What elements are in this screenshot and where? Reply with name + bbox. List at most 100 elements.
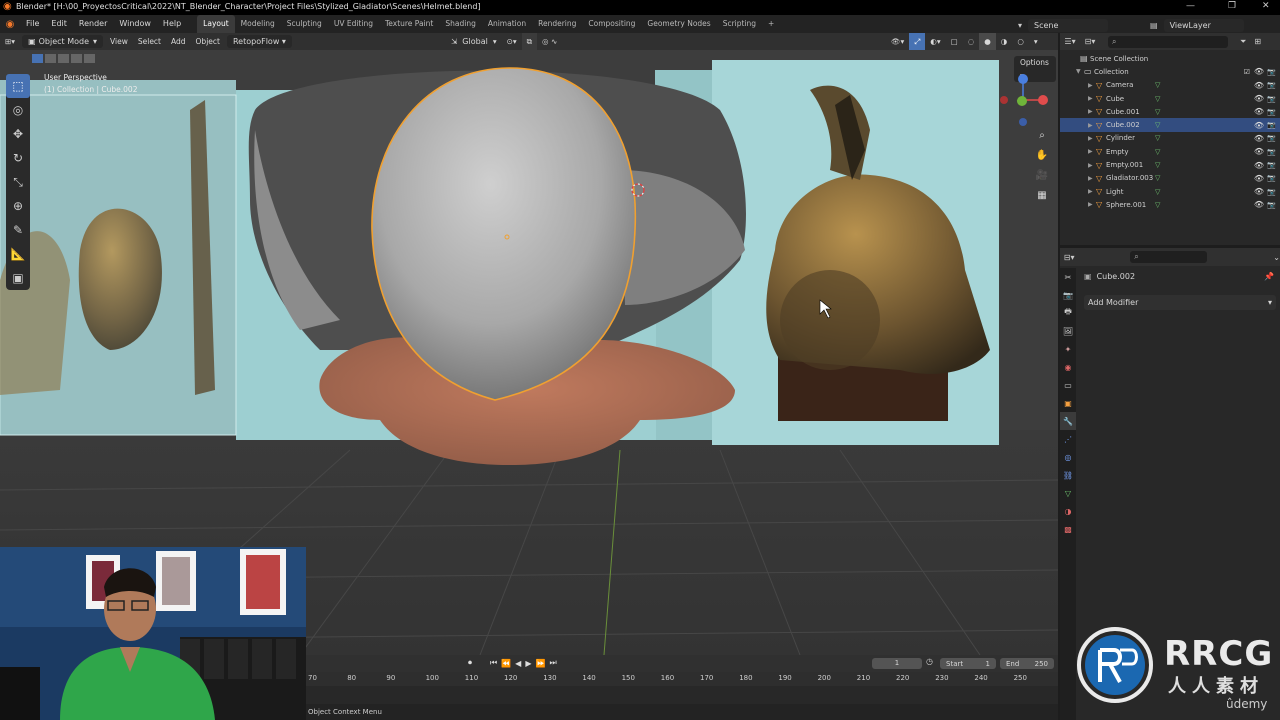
- select-subtract-icon[interactable]: [58, 54, 69, 63]
- gizmo-icon[interactable]: ⤢: [909, 33, 926, 50]
- shading-options-icon[interactable]: ▾: [1029, 33, 1043, 50]
- tab-scripting[interactable]: Scripting: [717, 15, 762, 33]
- menu-select[interactable]: Select: [133, 33, 166, 50]
- camera-icon[interactable]: 📷: [1267, 81, 1276, 89]
- chevron-down-icon[interactable]: ▼: [1076, 68, 1084, 75]
- select-box-tool-icon[interactable]: ⬚: [6, 74, 30, 98]
- eye-icon[interactable]: 👁: [1254, 81, 1264, 90]
- outliner-item[interactable]: ▶ ▽ Cylinder ▽ 👁 📷: [1060, 132, 1280, 145]
- chevron-right-icon[interactable]: ▶: [1088, 188, 1096, 195]
- eye-icon[interactable]: 👁: [1254, 67, 1264, 76]
- modifier-tab-icon[interactable]: 🔧: [1060, 412, 1076, 430]
- wireframe-shading-icon[interactable]: ◌: [963, 33, 980, 50]
- tab-modeling[interactable]: Modeling: [235, 15, 281, 33]
- cursor-tool-icon[interactable]: ◎: [6, 98, 30, 122]
- pin-icon[interactable]: 📌: [1264, 272, 1274, 281]
- snap-icon[interactable]: ⧉: [521, 33, 538, 50]
- properties-search-input[interactable]: ⌕: [1130, 251, 1208, 263]
- tab-sculpting[interactable]: Sculpting: [281, 15, 328, 33]
- eye-icon[interactable]: 👁: [1254, 94, 1264, 103]
- chevron-right-icon[interactable]: ▶: [1088, 201, 1096, 208]
- properties-editor-icon[interactable]: ⊟▾: [1060, 253, 1078, 262]
- camera-view-icon[interactable]: 🎥: [1034, 170, 1050, 190]
- tool-tab-icon[interactable]: ✂: [1060, 268, 1076, 286]
- chevron-right-icon[interactable]: ▶: [1088, 122, 1096, 129]
- mode-dropdown[interactable]: ▣ Object Mode ▾: [22, 35, 104, 48]
- chevron-down-icon[interactable]: ▾: [488, 33, 502, 50]
- outliner-item[interactable]: ▶ ▽ Light ▽ 👁 📷: [1060, 185, 1280, 198]
- annotate-tool-icon[interactable]: ✎: [6, 218, 30, 242]
- end-frame-field[interactable]: End 250: [1000, 658, 1054, 669]
- tab-layout[interactable]: Layout: [197, 15, 235, 33]
- timeline-track[interactable]: [306, 686, 1058, 704]
- outliner-item[interactable]: ▶ ▽ Cube ▽ 👁 📷: [1060, 92, 1280, 105]
- outliner-item[interactable]: ▶ ▽ Gladiator.003 ▽ 👁 📷: [1060, 172, 1280, 185]
- play-reverse-icon[interactable]: ◀: [515, 659, 521, 668]
- render-tab-icon[interactable]: 📷: [1060, 286, 1076, 304]
- add-modifier-dropdown[interactable]: Add Modifier ▾: [1084, 295, 1276, 310]
- chevron-right-icon[interactable]: ▶: [1088, 82, 1096, 89]
- eye-icon[interactable]: 👁: [1254, 134, 1264, 143]
- eye-icon[interactable]: 👁: [1254, 200, 1264, 209]
- menu-edit[interactable]: Edit: [45, 15, 73, 33]
- start-frame-field[interactable]: Start 1: [940, 658, 996, 669]
- orientation-label[interactable]: Global: [462, 37, 488, 46]
- timeline-ruler[interactable]: 70 80 90 100 110 120 130 140 150 160 170 180 190 200 2…: [306, 672, 1058, 686]
- menu-view[interactable]: View: [105, 33, 133, 50]
- object-tab-icon[interactable]: ▣: [1060, 394, 1076, 412]
- render-shading-icon[interactable]: ○: [1012, 33, 1029, 50]
- camera-icon[interactable]: 📷: [1267, 134, 1276, 142]
- xray-icon[interactable]: ▢: [946, 33, 963, 50]
- collection-tab-icon[interactable]: ▭: [1060, 376, 1076, 394]
- outliner-search-input[interactable]: ⌕: [1108, 35, 1228, 48]
- camera-icon[interactable]: 📷: [1267, 121, 1276, 129]
- chevron-right-icon[interactable]: ▶: [1088, 148, 1096, 155]
- chevron-right-icon[interactable]: ▶: [1088, 108, 1096, 115]
- new-collection-icon[interactable]: ⊞: [1254, 37, 1261, 46]
- maximize-button[interactable]: ❐: [1228, 1, 1236, 11]
- blender-menu-icon[interactable]: ◉: [0, 19, 20, 30]
- collection-row[interactable]: ▼ ▭ Collection ☑ 👁 📷: [1060, 65, 1280, 78]
- select-invert-icon[interactable]: [71, 54, 82, 63]
- close-button[interactable]: ✕: [1262, 1, 1270, 11]
- navigation-gizmo[interactable]: [995, 70, 1055, 130]
- transform-tool-icon[interactable]: ⊕: [6, 194, 30, 218]
- display-mode-icon[interactable]: ⊟▾: [1080, 37, 1100, 46]
- pan-hand-icon[interactable]: ✋: [1034, 150, 1050, 170]
- menu-add[interactable]: Add: [166, 33, 191, 50]
- measure-tool-icon[interactable]: 📐: [6, 242, 30, 266]
- tab-uv-editing[interactable]: UV Editing: [328, 15, 379, 33]
- tab-rendering[interactable]: Rendering: [532, 15, 582, 33]
- camera-icon[interactable]: 📷: [1267, 161, 1276, 169]
- outliner-editor-icon[interactable]: ☰▾: [1060, 37, 1080, 46]
- particles-tab-icon[interactable]: ⋰: [1060, 430, 1076, 448]
- texture-tab-icon[interactable]: ▩: [1060, 520, 1076, 538]
- record-icon[interactable]: ⏺: [468, 658, 472, 668]
- tab-compositing[interactable]: Compositing: [582, 15, 641, 33]
- scene-collection-row[interactable]: ▤ Scene Collection: [1060, 52, 1280, 65]
- eye-icon[interactable]: 👁: [1254, 187, 1264, 196]
- scale-tool-icon[interactable]: ⤡: [6, 170, 30, 194]
- eye-icon[interactable]: 👁: [1254, 121, 1264, 130]
- menu-render[interactable]: Render: [73, 15, 113, 33]
- outliner-item[interactable]: ▶ ▽ Cube.002 ▽ 👁 📷: [1060, 118, 1280, 132]
- physics-tab-icon[interactable]: ◎: [1060, 448, 1076, 466]
- visibility-icon[interactable]: 👁▾: [886, 33, 909, 50]
- menu-object[interactable]: Object: [191, 33, 225, 50]
- solid-shading-icon[interactable]: ●: [979, 33, 996, 50]
- scene-field[interactable]: Scene: [1028, 19, 1109, 32]
- chevron-right-icon[interactable]: ▶: [1088, 95, 1096, 102]
- tab-shading[interactable]: Shading: [439, 15, 481, 33]
- checkbox-icon[interactable]: ☑: [1244, 68, 1250, 76]
- move-tool-icon[interactable]: ✥: [6, 122, 30, 146]
- chevron-right-icon[interactable]: ▶: [1088, 175, 1096, 182]
- panel-options-icon[interactable]: ⌄: [1273, 253, 1280, 262]
- minimize-button[interactable]: —: [1186, 1, 1195, 11]
- eye-icon[interactable]: 👁: [1254, 147, 1264, 156]
- chevron-right-icon[interactable]: ▶: [1088, 135, 1096, 142]
- outliner-item[interactable]: ▶ ▽ Sphere.001 ▽ 👁 📷: [1060, 198, 1280, 211]
- menu-file[interactable]: File: [20, 15, 45, 33]
- tab-geometry-nodes[interactable]: Geometry Nodes: [641, 15, 716, 33]
- zoom-icon[interactable]: ⌕: [1034, 130, 1050, 150]
- menu-help[interactable]: Help: [157, 15, 187, 33]
